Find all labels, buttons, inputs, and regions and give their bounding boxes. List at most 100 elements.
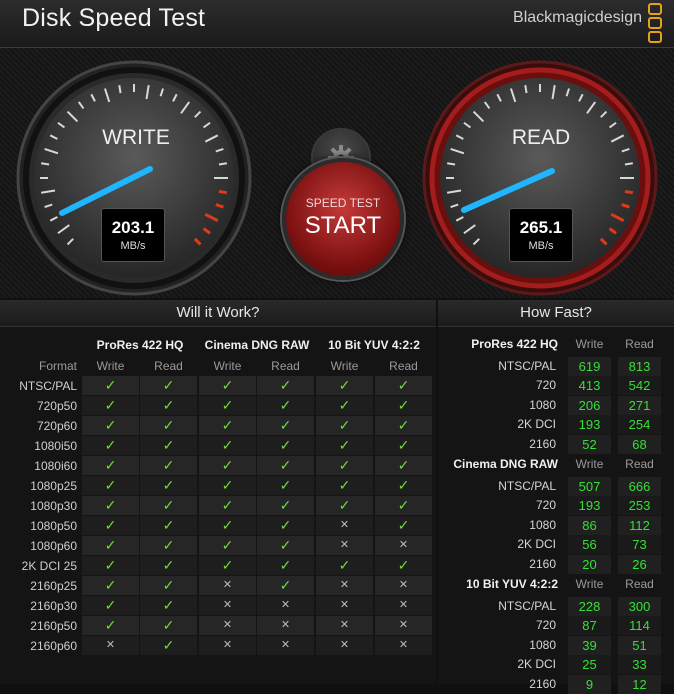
cross-icon: ✕ bbox=[375, 576, 432, 595]
check-icon: ✓ bbox=[199, 416, 256, 435]
fps-value-read: 253 bbox=[618, 496, 661, 516]
fps-value-write: 206 bbox=[568, 395, 611, 415]
how-fast-row-label: 1080 bbox=[529, 637, 556, 652]
gauge-tick bbox=[41, 162, 50, 166]
check-icon: ✓ bbox=[140, 396, 197, 415]
fps-value-write: 20 bbox=[568, 554, 611, 574]
check-icon: ✓ bbox=[140, 376, 197, 395]
check-icon: ✓ bbox=[82, 556, 139, 575]
brand-logo-icon bbox=[648, 3, 662, 45]
read-speed-unit: MB/s bbox=[528, 240, 554, 252]
fps-value-read: 813 bbox=[618, 357, 661, 376]
gauge-tick bbox=[118, 85, 122, 94]
format-row-label: 1080i50 bbox=[34, 439, 77, 453]
check-icon: ✓ bbox=[82, 476, 139, 495]
cross-icon: ✕ bbox=[316, 636, 373, 655]
cross-icon: ✕ bbox=[316, 536, 373, 555]
check-icon: ✓ bbox=[257, 516, 314, 535]
check-icon: ✓ bbox=[316, 456, 373, 475]
cross-icon: ✕ bbox=[316, 596, 373, 615]
fps-value-read: 12 bbox=[618, 674, 661, 694]
write-column-header: Write bbox=[96, 359, 125, 373]
check-icon: ✓ bbox=[140, 556, 197, 575]
check-icon: ✓ bbox=[257, 496, 314, 515]
how-fast-group-header: 10 Bit YUV 4:2:2 bbox=[466, 577, 558, 591]
check-icon: ✓ bbox=[316, 396, 373, 415]
fps-value-write: 87 bbox=[568, 616, 611, 636]
how-fast-row-label: 720 bbox=[535, 618, 556, 633]
check-icon: ✓ bbox=[316, 556, 373, 575]
check-icon: ✓ bbox=[82, 376, 139, 395]
check-icon: ✓ bbox=[375, 396, 432, 415]
will-it-work-header: Will it Work? bbox=[0, 300, 436, 327]
write-column-header: Write bbox=[575, 457, 604, 471]
format-row-label: 2160p60 bbox=[30, 639, 77, 653]
cross-icon: ✕ bbox=[375, 616, 432, 635]
start-button-label: START bbox=[304, 212, 382, 239]
check-icon: ✓ bbox=[257, 476, 314, 495]
fps-value-read: 271 bbox=[618, 395, 661, 415]
write-speed-unit: MB/s bbox=[120, 240, 146, 252]
check-icon: ✓ bbox=[199, 496, 256, 515]
fps-value-write: 228 bbox=[568, 597, 611, 616]
check-icon: ✓ bbox=[199, 436, 256, 455]
check-icon: ✓ bbox=[140, 516, 197, 535]
how-fast-row-label: 1080 bbox=[529, 517, 556, 532]
format-row-label: 1080i60 bbox=[34, 459, 77, 473]
how-fast-row-label: 2160 bbox=[529, 556, 556, 571]
fps-value-write: 39 bbox=[568, 635, 611, 655]
how-fast-group-header: Cinema DNG RAW bbox=[453, 457, 558, 471]
gauge-tick bbox=[218, 162, 227, 166]
group-header: Cinema DNG RAW bbox=[204, 338, 310, 352]
how-fast-row-label: 1080 bbox=[529, 397, 556, 412]
cross-icon: ✕ bbox=[375, 536, 432, 555]
fps-value-write: 619 bbox=[568, 357, 611, 376]
fps-value-write: 56 bbox=[568, 535, 611, 555]
check-icon: ✓ bbox=[375, 516, 432, 535]
how-fast-row-label: NTSC/PAL bbox=[498, 359, 556, 373]
gauge-tick bbox=[624, 189, 634, 195]
gauge-tick bbox=[218, 189, 228, 195]
format-row-label: NTSC/PAL bbox=[19, 379, 77, 393]
check-icon: ✓ bbox=[140, 636, 197, 655]
read-column-header: Read bbox=[625, 577, 654, 591]
check-icon: ✓ bbox=[82, 496, 139, 515]
read-column-header: Read bbox=[271, 359, 300, 373]
how-fast-row-label: 2K DCI bbox=[517, 537, 556, 552]
format-row-label: 2K DCI 25 bbox=[21, 559, 77, 573]
fps-value-read: 254 bbox=[618, 415, 661, 435]
read-gauge-label: READ bbox=[511, 126, 571, 149]
fps-value-write: 507 bbox=[568, 477, 611, 496]
cross-icon: ✕ bbox=[257, 636, 314, 655]
write-column-header: Write bbox=[330, 359, 359, 373]
format-row-label: 720p60 bbox=[36, 419, 77, 433]
check-icon: ✓ bbox=[316, 416, 373, 435]
how-fast-row-label: NTSC/PAL bbox=[498, 479, 556, 493]
fps-value-read: 68 bbox=[618, 434, 661, 454]
fps-value-write: 413 bbox=[568, 376, 611, 396]
check-icon: ✓ bbox=[199, 396, 256, 415]
cross-icon: ✕ bbox=[199, 636, 256, 655]
write-speed-value: 203.1 bbox=[111, 218, 155, 237]
start-button[interactable]: SPEED TEST START bbox=[282, 158, 404, 280]
check-icon: ✓ bbox=[257, 376, 314, 395]
format-column-header: Format bbox=[38, 359, 77, 373]
check-icon: ✓ bbox=[375, 496, 432, 515]
check-icon: ✓ bbox=[140, 576, 197, 595]
write-column-header: Write bbox=[575, 577, 604, 591]
check-icon: ✓ bbox=[140, 416, 197, 435]
check-icon: ✓ bbox=[375, 376, 432, 395]
check-icon: ✓ bbox=[257, 456, 314, 475]
check-icon: ✓ bbox=[82, 396, 139, 415]
format-row-label: 2160p50 bbox=[30, 619, 77, 633]
read-column-header: Read bbox=[625, 457, 654, 471]
fps-value-read: 112 bbox=[618, 515, 661, 535]
fps-value-read: 300 bbox=[618, 597, 661, 616]
check-icon: ✓ bbox=[140, 496, 197, 515]
check-icon: ✓ bbox=[140, 476, 197, 495]
fps-value-read: 51 bbox=[618, 635, 661, 655]
check-icon: ✓ bbox=[199, 476, 256, 495]
cross-icon: ✕ bbox=[316, 576, 373, 595]
write-gauge-label: WRITE bbox=[102, 126, 170, 149]
check-icon: ✓ bbox=[375, 436, 432, 455]
